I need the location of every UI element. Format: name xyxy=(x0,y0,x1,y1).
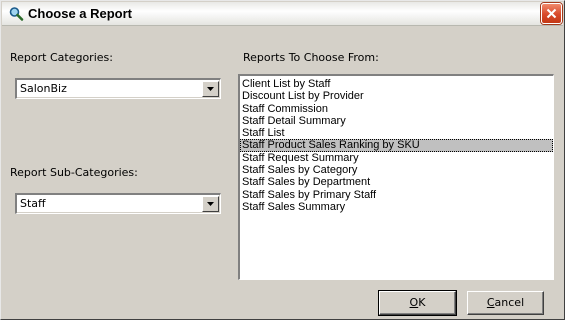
report-sub-categories-value: Staff xyxy=(20,197,46,210)
reports-listbox[interactable]: Client List by Staff Discount List by Pro… xyxy=(238,74,554,280)
list-item[interactable]: Staff Request Summary xyxy=(240,152,553,164)
list-item[interactable]: Staff Sales by Category xyxy=(240,164,553,176)
reports-label: Reports To Choose From: xyxy=(243,51,379,64)
cancel-button[interactable]: Cancel xyxy=(467,291,544,315)
list-item[interactable]: Staff Commission xyxy=(240,103,553,115)
report-categories-value: SalonBiz xyxy=(20,82,67,95)
ok-mnemonic: O xyxy=(409,296,419,309)
chevron-down-icon xyxy=(207,87,214,91)
cancel-label-rest: ancel xyxy=(494,296,525,309)
report-categories-label: Report Categories: xyxy=(10,51,113,64)
cancel-mnemonic: C xyxy=(486,296,495,309)
list-item[interactable]: Staff Sales by Department xyxy=(240,176,553,188)
report-categories-select[interactable]: SalonBiz xyxy=(15,78,221,99)
report-sub-categories-dropdown-button[interactable] xyxy=(202,196,219,212)
report-categories-dropdown-button[interactable] xyxy=(202,81,219,97)
list-item-selected[interactable]: Staff Product Sales Ranking by SKU xyxy=(240,139,553,152)
list-item[interactable]: Staff Detail Summary xyxy=(240,115,553,127)
list-item[interactable]: Client List by Staff xyxy=(240,78,553,90)
choose-report-dialog: Choose a Report Report Categories: Salon… xyxy=(0,0,565,320)
report-sub-categories-select[interactable]: Staff xyxy=(15,193,221,214)
chevron-down-icon xyxy=(207,202,214,206)
report-sub-categories-label: Report Sub-Categories: xyxy=(10,166,138,179)
close-button[interactable] xyxy=(541,3,562,24)
magnifier-icon xyxy=(8,6,24,22)
list-item[interactable]: Discount List by Provider xyxy=(240,90,553,102)
dialog-title: Choose a Report xyxy=(28,6,133,21)
list-item[interactable]: Staff Sales Summary xyxy=(240,201,553,213)
list-item[interactable]: Staff Sales by Primary Staff xyxy=(240,189,553,201)
title-bar[interactable]: Choose a Report xyxy=(2,2,563,26)
ok-label-rest: K xyxy=(418,296,426,309)
list-item[interactable]: Staff List xyxy=(240,127,553,139)
ok-button[interactable]: OK xyxy=(378,290,457,316)
close-icon xyxy=(546,8,557,19)
